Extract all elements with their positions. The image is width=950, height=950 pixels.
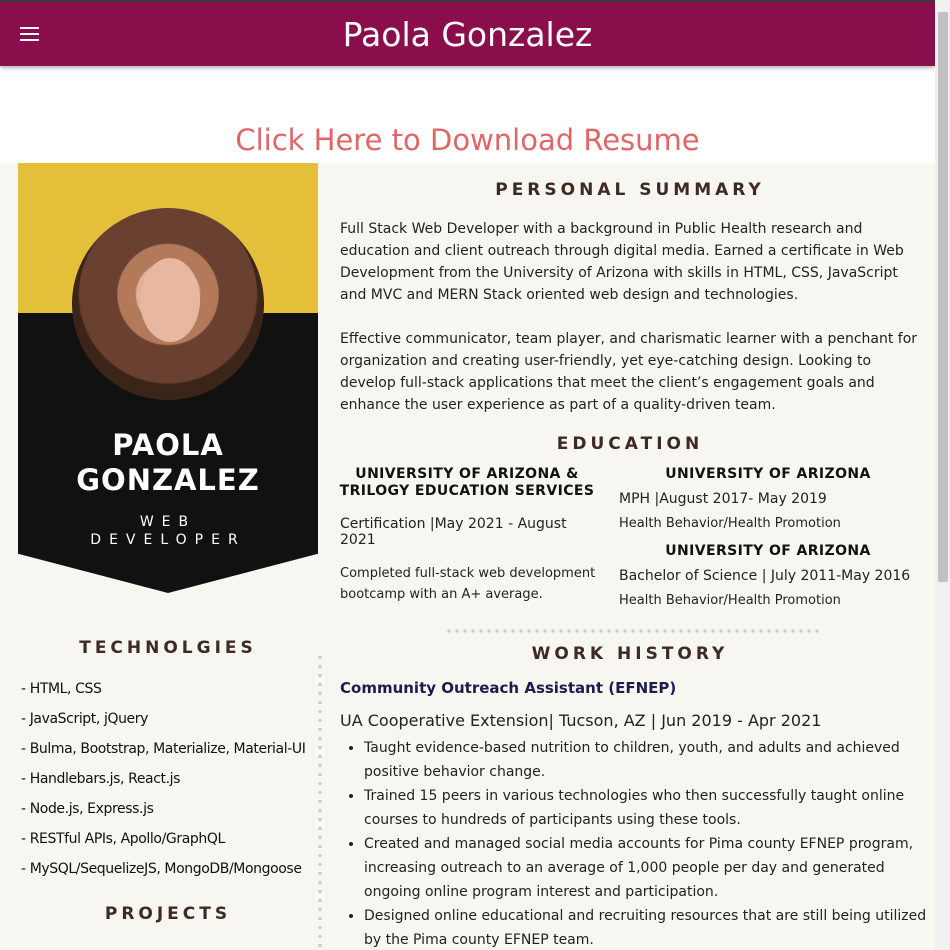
education-right2-detail: Health Behavior/Health Promotion [619, 593, 841, 608]
vertical-dotted-divider [318, 653, 322, 950]
projects-heading: PROJECTS [104, 904, 232, 924]
summary-heading: PERSONAL SUMMARY [495, 180, 765, 200]
technologies-list: - HTML, CSS - JavaScript, jQuery - Bulma… [21, 678, 306, 888]
horizontal-dotted-divider [445, 629, 820, 633]
resume-image: PAOLA GONZALEZ WEB DEVELOPER TECHNOLGIES… [0, 163, 935, 950]
education-heading: EDUCATION [556, 434, 704, 454]
education-right1-degree: MPH |August 2017- May 2019 [619, 491, 827, 507]
list-item: Designed online educational and recruiti… [364, 904, 934, 950]
page-scrollbar[interactable] [935, 0, 950, 950]
scrollbar-thumb[interactable] [938, 12, 948, 582]
profile-banner: PAOLA GONZALEZ WEB DEVELOPER [18, 163, 318, 593]
job-title: Community Outreach Assistant (EFNEP) [340, 679, 677, 697]
education-right2-degree: Bachelor of Science | July 2011-May 2016 [619, 568, 911, 584]
list-item: - JavaScript, jQuery [21, 711, 149, 727]
download-resume-link[interactable]: Click Here to Download Resume [0, 120, 935, 160]
banner-name: PAOLA GONZALEZ [18, 428, 318, 498]
work-history-heading: WORK HISTORY [531, 644, 729, 664]
education-right1-detail: Health Behavior/Health Promotion [619, 516, 841, 531]
top-navbar: Paola Gonzalez [0, 0, 935, 66]
list-item: - HTML, CSS [21, 681, 102, 697]
banner-job-title: WEB DEVELOPER [18, 513, 318, 549]
banner-title-line2: DEVELOPER [90, 532, 246, 548]
navbar-title[interactable]: Paola Gonzalez [0, 14, 935, 56]
summary-paragraph-2: Effective communicator, team player, and… [340, 331, 918, 413]
list-item: - RESTful APIs, Apollo/GraphQL [21, 831, 225, 847]
list-item: Taught evidence-based nutrition to child… [364, 736, 934, 784]
list-item: Created and managed social media account… [364, 832, 934, 904]
banner-title-line1: WEB [139, 514, 197, 530]
education-left-detail: Completed full-stack web development boo… [340, 566, 596, 602]
list-item: - Bulma, Bootstrap, Materialize, Materia… [21, 741, 306, 757]
banner-name-first: PAOLA [112, 428, 224, 462]
profile-photo-face [140, 258, 200, 342]
education-right2-school: UNIVERSITY OF ARIZONA [665, 543, 871, 559]
education-left-degree: Certification |May 2021 - August 2021 [340, 516, 567, 548]
technologies-heading: TECHNOLGIES [79, 638, 257, 658]
list-item: - Handlebars.js, React.js [21, 771, 181, 787]
list-item: - Node.js, Express.js [21, 801, 154, 817]
profile-photo [72, 208, 264, 400]
education-left-school: UNIVERSITY OF ARIZONA & TRILOGY EDUCATIO… [339, 466, 595, 499]
job-bullets: Taught evidence-based nutrition to child… [344, 736, 934, 950]
banner-name-last: GONZALEZ [76, 463, 260, 497]
job-organization: UA Cooperative Extension| Tucson, AZ | J… [340, 711, 822, 730]
list-item: Trained 15 peers in various technologies… [364, 784, 934, 832]
education-right1-school: UNIVERSITY OF ARIZONA [665, 466, 871, 482]
list-item: - MySQL/SequelizeJS, MongoDB/Mongoose [21, 861, 302, 877]
summary-paragraph-1: Full Stack Web Developer with a backgrou… [340, 221, 904, 303]
